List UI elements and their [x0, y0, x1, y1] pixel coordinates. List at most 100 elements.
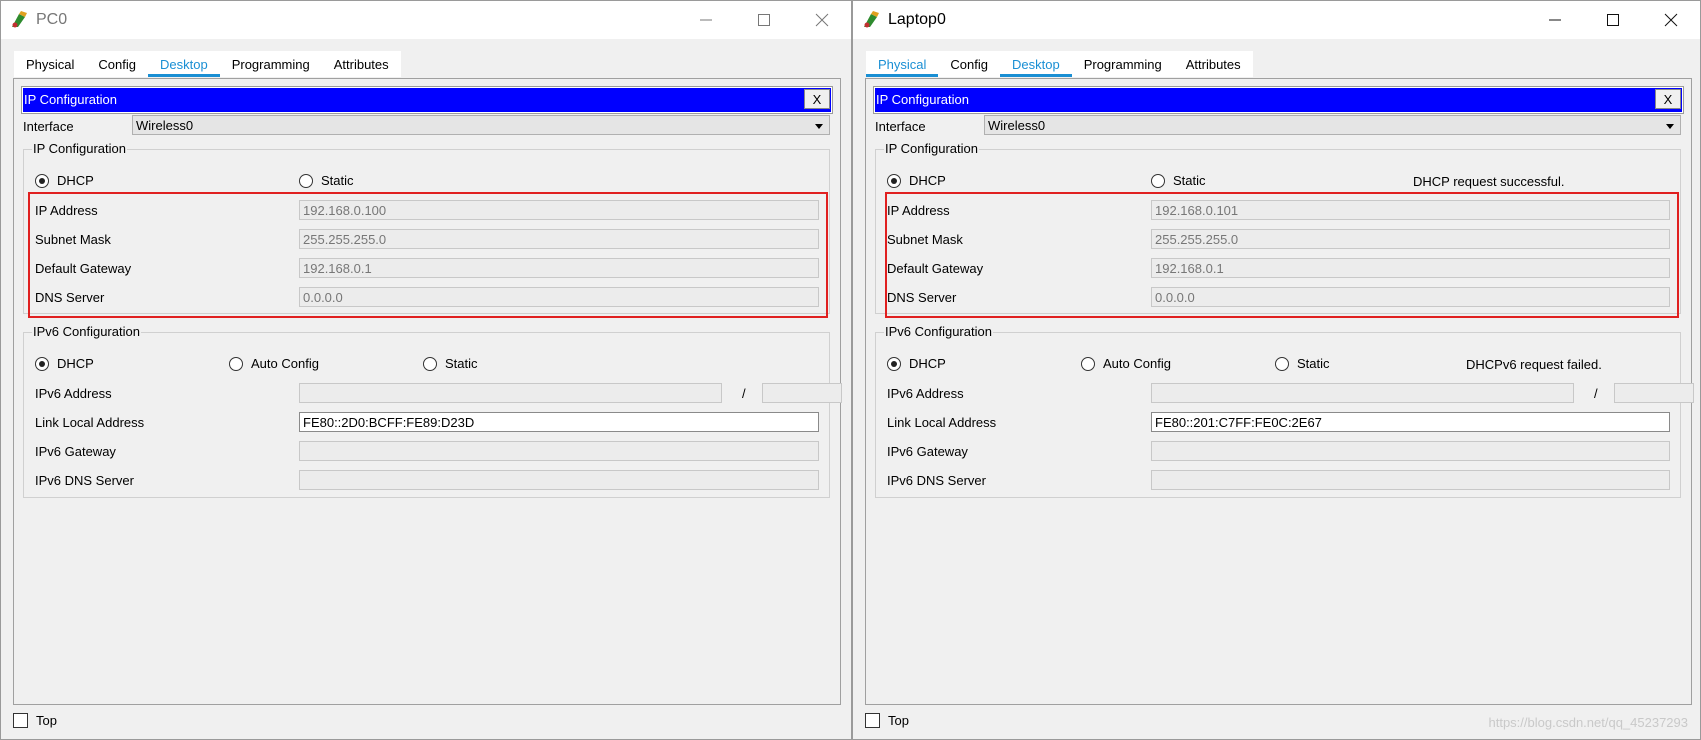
ipv6-group-title: IPv6 Configuration	[32, 324, 141, 339]
close-icon	[815, 13, 829, 27]
highlight-box	[28, 192, 828, 318]
minimize-icon	[1549, 19, 1561, 21]
tab-programming[interactable]: Programming	[220, 51, 322, 77]
minimize-button[interactable]	[677, 1, 735, 39]
radio-unchecked-icon	[299, 173, 313, 188]
link-local-address-field[interactable]: FE80::201:C7FF:FE0C:2E67	[1151, 412, 1670, 432]
top-checkbox-label: Top	[888, 713, 909, 728]
ipv4-dhcp-label: DHCP	[57, 173, 94, 188]
top-checkbox[interactable]: Top	[13, 713, 57, 728]
interface-value: Wireless0	[136, 118, 194, 133]
ipv6-dns-server-label: IPv6 DNS Server	[35, 473, 134, 488]
ipv6-dhcp-radio[interactable]: DHCP	[887, 356, 946, 371]
ipv4-static-label: Static	[321, 173, 354, 188]
window-title: Laptop0	[888, 11, 946, 28]
ipv6-gateway-label: IPv6 Gateway	[887, 444, 968, 459]
radio-unchecked-icon	[229, 356, 243, 371]
ipv4-config-group: IP Configuration DHCP Static IP Address …	[23, 141, 830, 318]
top-checkbox-label: Top	[36, 713, 57, 728]
window-pc0: PC0 Physical Config Desktop Programming …	[0, 0, 852, 740]
ip-config-title-bar: IP Configuration X	[873, 86, 1684, 114]
window-laptop0: Laptop0 Physical Config Desktop Programm…	[852, 0, 1701, 740]
tab-programming[interactable]: Programming	[1072, 51, 1174, 77]
tab-desktop[interactable]: Desktop	[148, 51, 220, 77]
ipv6-dns-server-field[interactable]	[1151, 470, 1670, 490]
highlight-box	[885, 192, 1679, 318]
ip-config-close-button[interactable]: X	[804, 89, 830, 109]
ipv6-gateway-field[interactable]	[1151, 441, 1670, 461]
ip-config-title-bar: IP Configuration X	[21, 86, 833, 114]
close-button[interactable]	[1642, 1, 1700, 39]
interface-label: Interface	[23, 119, 74, 134]
maximize-button[interactable]	[735, 1, 793, 39]
close-icon	[1664, 13, 1678, 27]
tab-config[interactable]: Config	[86, 51, 148, 77]
radio-unchecked-icon	[1151, 173, 1165, 188]
tab-bar: Physical Config Desktop Programming Attr…	[14, 51, 401, 77]
ipv6-static-radio[interactable]: Static	[423, 356, 478, 371]
radio-checked-icon	[887, 173, 901, 188]
ipv6-static-label: Static	[445, 356, 478, 371]
maximize-icon	[758, 14, 770, 26]
title-bar[interactable]: PC0	[1, 1, 851, 39]
tab-physical[interactable]: Physical	[14, 51, 86, 77]
interface-select[interactable]: Wireless0	[132, 115, 830, 135]
radio-unchecked-icon	[423, 356, 437, 371]
window-title: PC0	[36, 11, 68, 28]
ipv4-group-title: IP Configuration	[884, 141, 979, 156]
ipv4-dhcp-radio[interactable]: DHCP	[887, 173, 946, 188]
ipv6-gateway-label: IPv6 Gateway	[35, 444, 116, 459]
tab-attributes[interactable]: Attributes	[322, 51, 401, 77]
interface-select[interactable]: Wireless0	[984, 115, 1681, 135]
ipv6-auto-config-radio[interactable]: Auto Config	[229, 356, 319, 371]
ipv6-address-field[interactable]	[299, 383, 722, 403]
chevron-down-icon	[815, 124, 823, 129]
checkbox-unchecked-icon	[13, 713, 28, 728]
prefix-separator: /	[742, 386, 746, 401]
desktop-panel: IP Configuration X Interface Wireless0 I…	[865, 78, 1694, 705]
title-bar[interactable]: Laptop0	[853, 1, 1700, 39]
link-local-address-field[interactable]: FE80::2D0:BCFF:FE89:D23D	[299, 412, 819, 432]
tab-config[interactable]: Config	[938, 51, 1000, 77]
ip-config-close-button[interactable]: X	[1655, 89, 1681, 109]
radio-checked-icon	[887, 356, 901, 371]
interface-label: Interface	[875, 119, 926, 134]
ipv6-dns-server-field[interactable]	[299, 470, 819, 490]
ipv6-static-radio[interactable]: Static	[1275, 356, 1330, 371]
ipv6-dhcp-radio[interactable]: DHCP	[35, 356, 94, 371]
ipv4-static-radio[interactable]: Static	[299, 173, 354, 188]
interface-value: Wireless0	[988, 118, 1046, 133]
ipv6-prefix-field[interactable]	[762, 383, 842, 403]
close-button[interactable]	[793, 1, 851, 39]
ipv6-auto-config-label: Auto Config	[251, 356, 319, 371]
ip-config-title: IP Configuration	[876, 92, 969, 107]
maximize-button[interactable]	[1584, 1, 1642, 39]
link-local-address-label: Link Local Address	[887, 415, 997, 430]
ipv4-dhcp-radio[interactable]: DHCP	[35, 173, 94, 188]
tab-physical[interactable]: Physical	[866, 51, 939, 77]
ipv6-address-field[interactable]	[1151, 383, 1574, 403]
ipv6-group-title: IPv6 Configuration	[884, 324, 993, 339]
ipv6-prefix-field[interactable]	[1614, 383, 1694, 403]
chevron-down-icon	[1666, 124, 1674, 129]
watermark-text: https://blog.csdn.net/qq_45237293	[1488, 715, 1689, 730]
ipv6-address-label: IPv6 Address	[35, 386, 112, 401]
tab-bar: Physical Config Desktop Programming Attr…	[866, 51, 1253, 77]
minimize-button[interactable]	[1526, 1, 1584, 39]
minimize-icon	[700, 19, 712, 21]
radio-checked-icon	[35, 356, 49, 371]
ipv4-static-radio[interactable]: Static	[1151, 173, 1206, 188]
ipv4-group-title: IP Configuration	[32, 141, 127, 156]
ipv6-address-label: IPv6 Address	[887, 386, 964, 401]
packet-tracer-app-icon	[12, 11, 27, 28]
desktop-panel: IP Configuration X Interface Wireless0 I…	[13, 78, 842, 705]
ipv4-dhcp-label: DHCP	[909, 173, 946, 188]
ipv6-gateway-field[interactable]	[299, 441, 819, 461]
tab-desktop[interactable]: Desktop	[1000, 51, 1072, 77]
checkbox-unchecked-icon	[865, 713, 880, 728]
ipv6-auto-config-radio[interactable]: Auto Config	[1081, 356, 1171, 371]
top-checkbox[interactable]: Top	[865, 713, 909, 728]
ipv6-dns-server-label: IPv6 DNS Server	[887, 473, 986, 488]
tab-attributes[interactable]: Attributes	[1174, 51, 1253, 77]
ipv4-status-text: DHCP request successful.	[1413, 174, 1565, 189]
